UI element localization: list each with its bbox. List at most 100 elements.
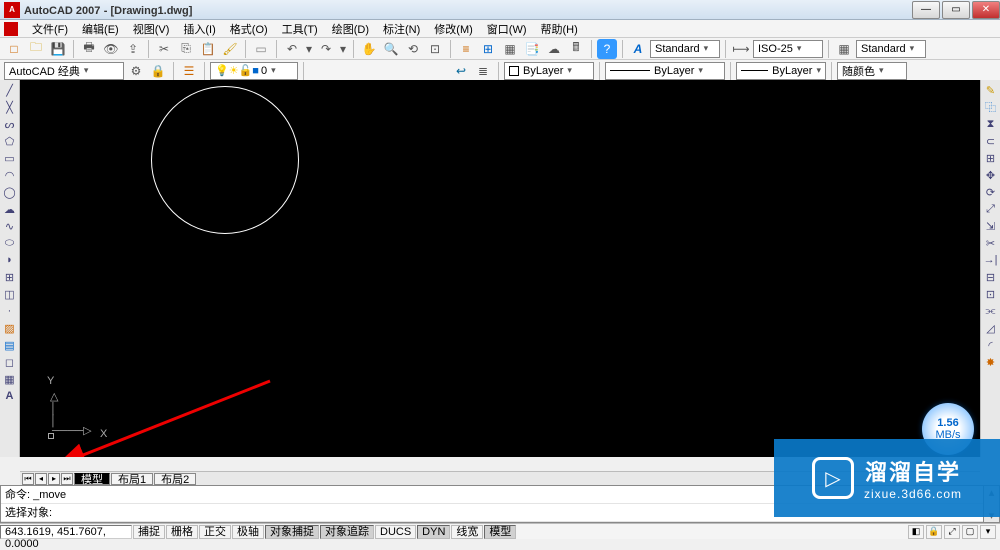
annoscale-icon[interactable]: ⤢ — [944, 525, 960, 539]
copy-tool[interactable]: ⿻ — [982, 99, 1000, 115]
menu-tools[interactable]: 工具(T) — [276, 20, 324, 38]
grid-toggle[interactable]: 栅格 — [166, 525, 198, 539]
move-tool[interactable]: ✥ — [982, 167, 1000, 183]
markup-button[interactable]: ☁ — [544, 39, 564, 59]
rectangle-tool[interactable]: ▭ — [1, 150, 19, 166]
drawing-circle[interactable] — [151, 86, 299, 234]
revcloud-tool[interactable]: ☁ — [1, 201, 19, 217]
menu-modify[interactable]: 修改(M) — [428, 20, 479, 38]
copy-button[interactable]: ⎘ — [176, 39, 196, 59]
redo-button[interactable]: ↷ — [316, 39, 336, 59]
zoom-previous-button[interactable]: ⟲ — [403, 39, 423, 59]
design-center-button[interactable]: ⊞ — [478, 39, 498, 59]
hatch-tool[interactable]: ▨ — [1, 320, 19, 336]
scroll-down-icon[interactable]: ▾ — [989, 509, 995, 522]
insert-block-tool[interactable]: ⊞ — [1, 269, 19, 285]
tool-palettes-button[interactable]: ▦ — [500, 39, 520, 59]
layer-states-button[interactable]: ≣ — [473, 61, 493, 81]
scale-tool[interactable]: ⤢ — [982, 201, 1000, 217]
dimstyle-button[interactable]: ⟼ — [731, 39, 751, 59]
tab-layout2[interactable]: 布局2 — [154, 473, 196, 485]
command-prompt-line[interactable]: 选择对象: — [1, 504, 983, 522]
maximize-button[interactable]: ▭ — [942, 1, 970, 19]
tab-first[interactable]: ⏮ — [22, 473, 34, 485]
polar-toggle[interactable]: 极轴 — [232, 525, 264, 539]
menu-window[interactable]: 窗口(W) — [481, 20, 533, 38]
mtext-tool[interactable]: A — [1, 388, 19, 404]
publish-button[interactable]: ⇪ — [123, 39, 143, 59]
cleanscreen-icon[interactable]: ▢ — [962, 525, 978, 539]
coordinates-display[interactable]: 643.1619, 451.7607, 0.0000 — [0, 525, 132, 539]
properties-button[interactable]: ≡ — [456, 39, 476, 59]
help-button[interactable]: ? — [597, 39, 617, 59]
tab-next[interactable]: ▸ — [48, 473, 60, 485]
plot-button[interactable]: 🖶 — [79, 39, 99, 59]
menu-edit[interactable]: 编辑(E) — [76, 20, 125, 38]
dimstyle-combo[interactable]: ISO-25 — [753, 40, 823, 58]
scroll-up-icon[interactable]: ▴ — [989, 486, 995, 499]
ellipse-tool[interactable]: ⬭ — [1, 235, 19, 251]
workspace-settings-button[interactable]: ⚙ — [126, 61, 146, 81]
comm-center-icon[interactable]: ◧ — [908, 525, 924, 539]
textstyle-button[interactable]: A — [628, 39, 648, 59]
extend-tool[interactable]: →| — [982, 252, 1000, 268]
fillet-tool[interactable]: ◜ — [982, 337, 1000, 353]
snap-toggle[interactable]: 捕捉 — [133, 525, 165, 539]
break-point-tool[interactable]: ⊟ — [982, 269, 1000, 285]
make-block-tool[interactable]: ◫ — [1, 286, 19, 302]
lwt-toggle[interactable]: 线宽 — [451, 525, 483, 539]
sheet-set-button[interactable]: 📑 — [522, 39, 542, 59]
menu-draw[interactable]: 绘图(D) — [326, 20, 375, 38]
layer-manager-button[interactable]: ☰ — [179, 61, 199, 81]
region-tool[interactable]: ◻ — [1, 354, 19, 370]
mirror-tool[interactable]: ⧗ — [982, 116, 1000, 132]
tab-model[interactable]: 模型 — [74, 473, 110, 485]
stretch-tool[interactable]: ⇲ — [982, 218, 1000, 234]
explode-tool[interactable]: ✸ — [982, 354, 1000, 370]
osnap-toggle[interactable]: 对象捕捉 — [265, 525, 319, 539]
rotate-tool[interactable]: ⟳ — [982, 184, 1000, 200]
polyline-tool[interactable]: ᔕ — [1, 116, 19, 132]
ducs-toggle[interactable]: DUCS — [375, 525, 416, 539]
table-tool[interactable]: ▦ — [1, 371, 19, 387]
lineweight-combo[interactable]: ByLayer — [736, 62, 826, 80]
array-tool[interactable]: ⊞ — [982, 150, 1000, 166]
zoom-realtime-button[interactable]: 🔍 — [381, 39, 401, 59]
save-button[interactable]: 💾 — [48, 39, 68, 59]
undo-split[interactable]: ▾ — [304, 39, 314, 59]
chamfer-tool[interactable]: ◿ — [982, 320, 1000, 336]
offset-tool[interactable]: ⊂ — [982, 133, 1000, 149]
tab-layout1[interactable]: 布局1 — [111, 473, 153, 485]
circle-tool[interactable]: ◯ — [1, 184, 19, 200]
menu-dimension[interactable]: 标注(N) — [377, 20, 426, 38]
linetype-combo[interactable]: ByLayer — [605, 62, 725, 80]
line-tool[interactable]: ╱ — [1, 82, 19, 98]
workspace-combo[interactable]: AutoCAD 经典 — [4, 62, 124, 80]
trim-tool[interactable]: ✂ — [982, 235, 1000, 251]
drawing-canvas[interactable]: Y △││ ────▷ X 1.56 MB/s — [20, 80, 980, 457]
gradient-tool[interactable]: ▤ — [1, 337, 19, 353]
plotstyle-combo[interactable]: 随颜色 — [837, 62, 907, 80]
plot-preview-button[interactable]: 👁 — [101, 39, 121, 59]
layer-combo[interactable]: 💡 ☀ 🔓 ■ 0 — [210, 62, 298, 80]
color-combo[interactable]: ByLayer — [504, 62, 594, 80]
spline-tool[interactable]: ∿ — [1, 218, 19, 234]
open-button[interactable]: 🗀 — [26, 39, 46, 59]
block-editor-button[interactable]: ▭ — [251, 39, 271, 59]
quickcalc-button[interactable]: 🖩 — [566, 39, 586, 59]
lock-icon[interactable]: 🔒 — [926, 525, 942, 539]
dyn-toggle[interactable]: DYN — [417, 525, 450, 539]
pan-button[interactable]: ✋ — [359, 39, 379, 59]
point-tool[interactable]: · — [1, 303, 19, 319]
new-button[interactable]: □ — [4, 39, 24, 59]
redo-split[interactable]: ▾ — [338, 39, 348, 59]
arc-tool[interactable]: ◠ — [1, 167, 19, 183]
match-prop-button[interactable]: 🖌 — [220, 39, 240, 59]
doc-icon[interactable] — [4, 22, 18, 36]
model-toggle[interactable]: 模型 — [484, 525, 516, 539]
tablestyle-combo[interactable]: Standard — [856, 40, 926, 58]
command-lines[interactable]: 命令: _move 选择对象: — [0, 485, 984, 523]
paste-button[interactable]: 📋 — [198, 39, 218, 59]
close-button[interactable]: ✕ — [972, 1, 1000, 19]
ortho-toggle[interactable]: 正交 — [199, 525, 231, 539]
